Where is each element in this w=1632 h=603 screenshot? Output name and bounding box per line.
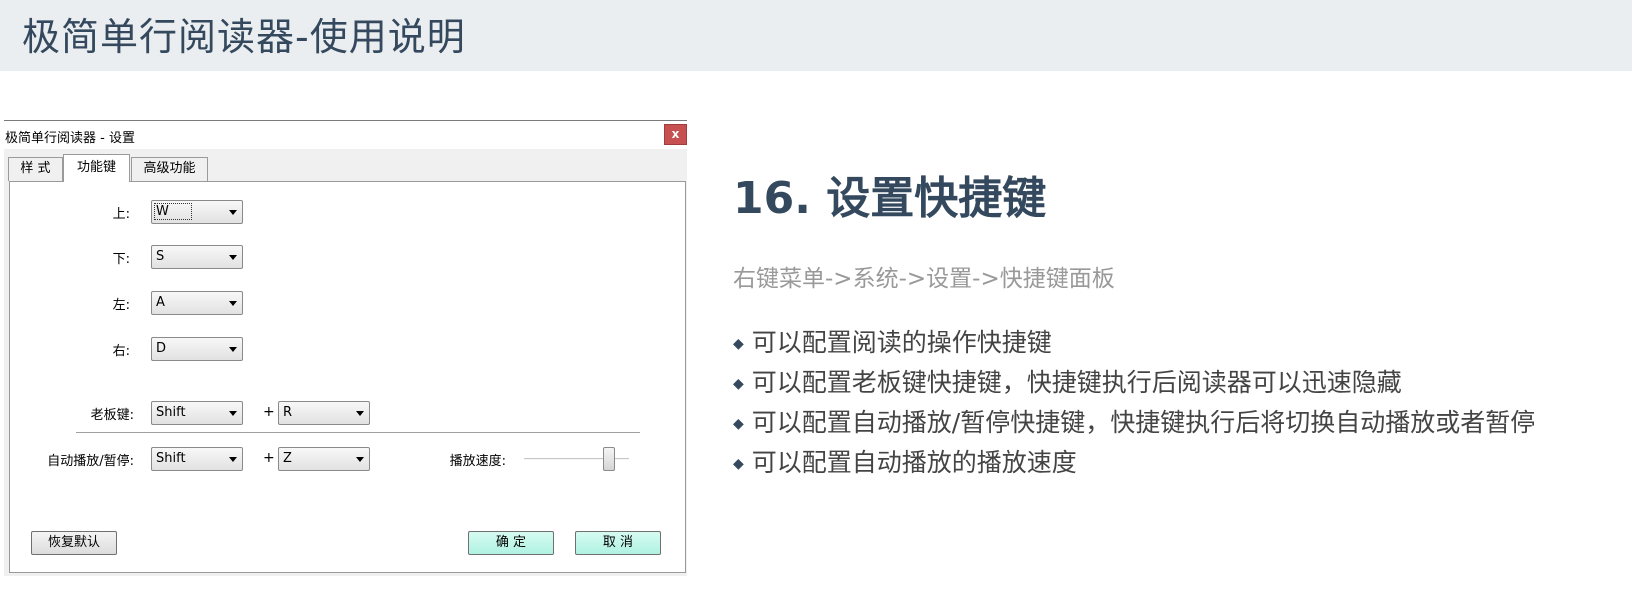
ok-button[interactable]: 确 定: [468, 531, 554, 555]
left-key-select[interactable]: A: [151, 291, 243, 315]
right-key-select[interactable]: D: [151, 337, 243, 361]
down-key-value: S: [156, 249, 165, 264]
tab-advanced[interactable]: 高级功能: [131, 157, 208, 181]
dropdown-arrow-icon: [229, 411, 237, 416]
boss-key-modifier-select[interactable]: Shift: [151, 401, 243, 425]
list-item: ◆ 可以配置自动播放/暂停快捷键，快捷键执行后将切换自动播放或者暂停: [733, 403, 1535, 443]
diamond-bullet-icon: ◆: [733, 336, 744, 352]
autoplay-key-label: 自动播放/暂停:: [47, 454, 134, 469]
close-icon: x: [671, 127, 680, 141]
list-item-text: 可以配置自动播放的播放速度: [751, 448, 1077, 477]
autoplay-key-select[interactable]: Z: [278, 447, 370, 471]
list-item: ◆ 可以配置自动播放的播放速度: [733, 443, 1535, 483]
dialog-titlebar[interactable]: 极简单行阅读器 - 设置 x: [4, 121, 687, 149]
list-item: ◆ 可以配置老板键快捷键，快捷键执行后阅读器可以迅速隐藏: [733, 363, 1535, 403]
boss-key-select[interactable]: R: [278, 401, 370, 425]
dialog-title: 极简单行阅读器 - 设置: [5, 131, 135, 146]
dropdown-arrow-icon: [229, 210, 237, 215]
page-title: 极简单行阅读器-使用说明: [22, 15, 466, 59]
diamond-bullet-icon: ◆: [733, 376, 744, 392]
page-header: 极简单行阅读器-使用说明: [0, 0, 1632, 71]
list-item-text: 可以配置阅读的操作快捷键: [751, 328, 1052, 357]
autoplay-modifier-select[interactable]: Shift: [151, 447, 243, 471]
settings-dialog: 极简单行阅读器 - 设置 x 样 式 功能键 高级功能 上: W 下: S 左:…: [4, 120, 687, 576]
feature-list: ◆ 可以配置阅读的操作快捷键 ◆ 可以配置老板键快捷键，快捷键执行后阅读器可以迅速隐…: [733, 323, 1535, 483]
tab-style[interactable]: 样 式: [8, 157, 63, 181]
list-item-text: 可以配置老板键快捷键，快捷键执行后阅读器可以迅速隐藏: [751, 368, 1402, 397]
boss-key-modifier-value: Shift: [156, 405, 186, 420]
dropdown-arrow-icon: [356, 411, 364, 416]
tab-function-keys[interactable]: 功能键: [63, 154, 130, 182]
up-key-select[interactable]: W: [151, 200, 243, 224]
diamond-bullet-icon: ◆: [733, 456, 744, 472]
close-button[interactable]: x: [664, 124, 687, 145]
autoplay-modifier-value: Shift: [156, 451, 186, 466]
left-key-value: A: [156, 295, 165, 310]
left-key-label: 左:: [112, 298, 130, 313]
dropdown-arrow-icon: [356, 457, 364, 462]
dropdown-arrow-icon: [229, 255, 237, 260]
list-item-text: 可以配置自动播放/暂停快捷键，快捷键执行后将切换自动播放或者暂停: [751, 408, 1536, 437]
dropdown-arrow-icon: [229, 301, 237, 306]
cancel-button[interactable]: 取 消: [575, 531, 661, 555]
speed-slider-thumb[interactable]: [603, 447, 616, 471]
right-key-value: D: [156, 341, 167, 356]
dropdown-arrow-icon: [229, 457, 237, 462]
up-key-label: 上:: [112, 207, 130, 222]
down-key-select[interactable]: S: [151, 245, 243, 269]
plus-sign: +: [263, 404, 275, 420]
autoplay-key-value: Z: [283, 451, 292, 466]
divider: [76, 432, 640, 433]
speed-label: 播放速度:: [449, 454, 506, 469]
dropdown-arrow-icon: [229, 347, 237, 352]
boss-key-value: R: [283, 405, 293, 420]
function-keys-panel: 上: W 下: S 左: A 右: D 老板键: Shift + R 自动播放/…: [9, 181, 686, 573]
boss-key-label: 老板键:: [90, 408, 134, 423]
plus-sign: +: [263, 450, 275, 466]
right-key-label: 右:: [112, 344, 130, 359]
down-key-label: 下:: [112, 252, 130, 267]
diamond-bullet-icon: ◆: [733, 416, 744, 432]
restore-defaults-button[interactable]: 恢复默认: [31, 531, 117, 555]
section-title: 16. 设置快捷键: [733, 173, 1047, 224]
up-key-value: W: [154, 203, 192, 220]
list-item: ◆ 可以配置阅读的操作快捷键: [733, 323, 1535, 363]
menu-path: 右键菜单->系统->设置->快捷键面板: [733, 266, 1115, 292]
